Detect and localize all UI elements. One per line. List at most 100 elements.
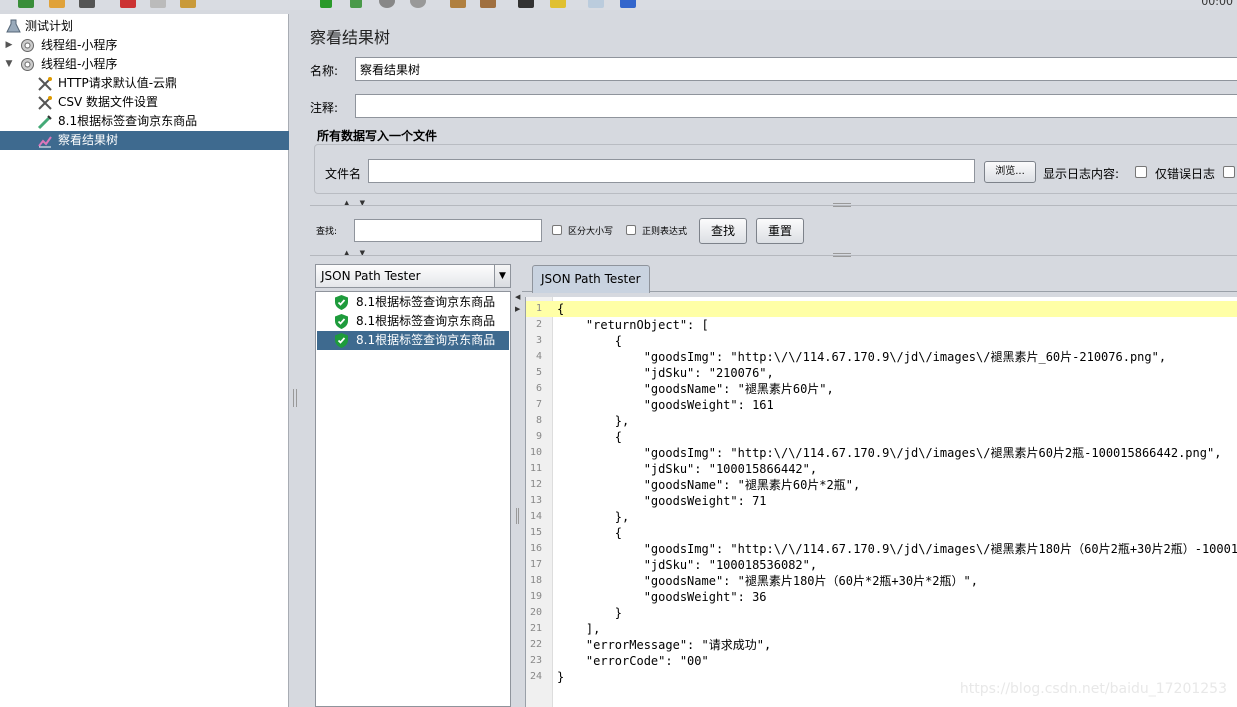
line-number: 15 bbox=[529, 527, 542, 538]
search-icon[interactable] bbox=[518, 0, 534, 8]
sample-result-list[interactable]: 8.1根据标签查询京东商品 8.1根据标签查询京东商品 8.1根据标签查询京东商… bbox=[315, 291, 511, 707]
vertical-splitter-results[interactable]: ◀ ▶ bbox=[513, 291, 522, 707]
comment-field[interactable] bbox=[355, 94, 1237, 118]
horizontal-splitter-2[interactable]: ▲ ▼ bbox=[300, 249, 1237, 260]
case-sensitive-checkbox[interactable] bbox=[552, 225, 562, 235]
line-number: 1 bbox=[535, 303, 542, 314]
code-line: 4 "goodsImg": "http:\/\/114.67.170.9\/jd… bbox=[526, 349, 1237, 365]
tab-json-path-tester[interactable]: JSON Path Tester bbox=[532, 265, 650, 293]
filename-field[interactable] bbox=[368, 159, 975, 183]
result-item[interactable]: 8.1根据标签查询京东商品 bbox=[317, 312, 509, 331]
test-plan-tree[interactable]: 测试计划 ▶ 线程组-小程序 ▼ 线程组-小程序 HTTP请求默认值-云鼎 CS… bbox=[0, 14, 289, 707]
line-number: 9 bbox=[535, 431, 542, 442]
case-sensitive-label: 区分大小写 bbox=[568, 227, 614, 237]
code-text: "errorMessage": "请求成功", bbox=[557, 638, 772, 652]
success-shield-icon bbox=[335, 295, 348, 310]
cut-icon[interactable] bbox=[120, 0, 136, 8]
save-icon[interactable] bbox=[79, 0, 95, 8]
regex-checkbox[interactable] bbox=[626, 225, 636, 235]
code-line: 15 { bbox=[526, 525, 1237, 541]
tree-item-view-results-tree[interactable]: 察看结果树 bbox=[0, 131, 289, 150]
code-text: "goodsWeight": 36 bbox=[557, 590, 767, 604]
code-line: 7 "goodsWeight": 161 bbox=[526, 397, 1237, 413]
shutdown-icon[interactable] bbox=[410, 0, 426, 8]
code-text: "goodsImg": "http:\/\/114.67.170.9\/jd\/… bbox=[557, 446, 1222, 460]
line-number: 8 bbox=[535, 415, 542, 426]
code-text: "goodsImg": "http:\/\/114.67.170.9\/jd\/… bbox=[557, 542, 1237, 556]
stop-icon[interactable] bbox=[379, 0, 395, 8]
collapse-icon[interactable]: ▼ bbox=[4, 55, 14, 74]
vertical-splitter[interactable] bbox=[290, 14, 300, 707]
renderer-select[interactable]: JSON Path Tester ▼ bbox=[315, 264, 511, 288]
code-line: 22 "errorMessage": "请求成功", bbox=[526, 637, 1237, 653]
tree-item-thread-group-1[interactable]: ▶ 线程组-小程序 bbox=[0, 36, 289, 55]
code-line: 2 "returnObject": [ bbox=[526, 317, 1237, 333]
result-item[interactable]: 8.1根据标签查询京东商品 bbox=[317, 331, 509, 350]
toolbar: 00:00 bbox=[0, 0, 1237, 10]
name-field[interactable] bbox=[355, 57, 1237, 81]
new-icon[interactable] bbox=[18, 0, 34, 8]
tree-item-http-defaults[interactable]: HTTP请求默认值-云鼎 bbox=[0, 74, 289, 93]
code-text: "returnObject": [ bbox=[557, 318, 709, 332]
code-line: 19 "goodsWeight": 36 bbox=[526, 589, 1237, 605]
line-number: 20 bbox=[529, 607, 542, 618]
tree-item-label: 线程组-小程序 bbox=[41, 38, 118, 52]
gear-icon bbox=[20, 38, 35, 53]
code-text: }, bbox=[557, 510, 630, 524]
reset-search-icon[interactable] bbox=[550, 0, 566, 8]
tab-strip: JSON Path Tester bbox=[522, 262, 1237, 293]
line-number: 22 bbox=[529, 639, 542, 650]
tree-item-sampler[interactable]: 8.1根据标签查询京东商品 bbox=[0, 112, 289, 131]
code-line: 14 }, bbox=[526, 509, 1237, 525]
paste-icon[interactable] bbox=[180, 0, 196, 8]
code-line: 21 ], bbox=[526, 621, 1237, 637]
copy-icon[interactable] bbox=[150, 0, 166, 8]
log-content-label: 显示日志内容: bbox=[1043, 167, 1120, 181]
clear-icon[interactable] bbox=[450, 0, 466, 8]
line-number: 16 bbox=[529, 543, 542, 554]
chart-icon bbox=[37, 133, 52, 148]
response-code-view[interactable]: 1{2 "returnObject": [3 {4 "goodsImg": "h… bbox=[525, 297, 1237, 707]
code-text: "goodsName": "褪黑素片180片（60片*2瓶+30片*2瓶）", bbox=[557, 574, 978, 588]
splitter-grip bbox=[293, 389, 297, 407]
successes-only-checkbox[interactable] bbox=[1223, 166, 1235, 178]
code-text: }, bbox=[557, 414, 630, 428]
success-shield-icon bbox=[335, 333, 348, 348]
horizontal-splitter-1[interactable]: ▲ ▼ bbox=[300, 199, 1237, 210]
code-text: "jdSku": "210076", bbox=[557, 366, 774, 380]
help-icon[interactable] bbox=[620, 0, 636, 8]
errors-only-checkbox[interactable] bbox=[1135, 166, 1147, 178]
code-text: } bbox=[557, 606, 623, 620]
start-icon[interactable] bbox=[320, 0, 332, 8]
open-icon[interactable] bbox=[49, 0, 65, 8]
reset-button[interactable]: 重置 bbox=[756, 218, 804, 244]
search-field[interactable] bbox=[354, 219, 542, 242]
view-results-tree-panel: 察看结果树 名称: 注释: 所有数据写入一个文件 文件名 浏览... 显示日志内… bbox=[300, 14, 1237, 707]
function-helper-icon[interactable] bbox=[588, 0, 604, 8]
code-line: 20 } bbox=[526, 605, 1237, 621]
code-line: 1{ bbox=[526, 301, 1237, 317]
renderer-selected-value: JSON Path Tester bbox=[321, 269, 421, 283]
start-no-pause-icon[interactable] bbox=[350, 0, 362, 8]
expand-icon[interactable]: ▶ bbox=[4, 36, 14, 55]
result-item-label: 8.1根据标签查询京东商品 bbox=[356, 295, 496, 309]
line-number: 23 bbox=[529, 655, 542, 666]
find-button[interactable]: 查找 bbox=[699, 218, 747, 244]
line-number: 21 bbox=[529, 623, 542, 634]
tree-item-csv-config[interactable]: CSV 数据文件设置 bbox=[0, 93, 289, 112]
chevron-down-icon[interactable]: ▼ bbox=[494, 265, 510, 287]
tree-item-label: CSV 数据文件设置 bbox=[58, 95, 159, 109]
browse-button[interactable]: 浏览... bbox=[984, 161, 1036, 183]
tree-item-test-plan[interactable]: 测试计划 bbox=[0, 17, 289, 36]
tree-item-thread-group-2[interactable]: ▼ 线程组-小程序 bbox=[0, 55, 289, 74]
line-number: 19 bbox=[529, 591, 542, 602]
code-line: 10 "goodsImg": "http:\/\/114.67.170.9\/j… bbox=[526, 445, 1237, 461]
code-text: } bbox=[557, 670, 565, 684]
result-item[interactable]: 8.1根据标签查询京东商品 bbox=[317, 293, 509, 312]
line-number: 18 bbox=[529, 575, 542, 586]
line-number: 12 bbox=[529, 479, 542, 490]
tree-item-label: 线程组-小程序 bbox=[41, 57, 118, 71]
line-number: 13 bbox=[529, 495, 542, 506]
clear-all-icon[interactable] bbox=[480, 0, 496, 8]
line-number: 24 bbox=[529, 671, 542, 682]
